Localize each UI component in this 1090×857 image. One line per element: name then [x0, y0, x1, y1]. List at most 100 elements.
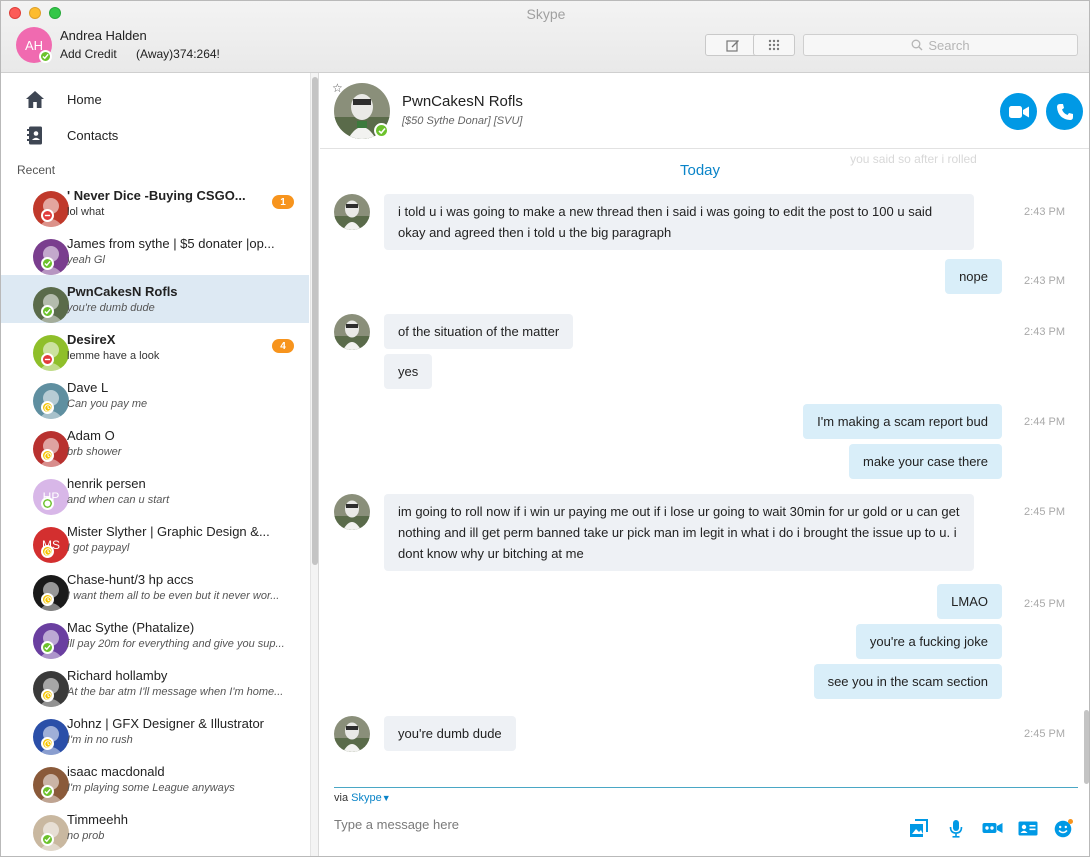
- contact-name: PwnCakesN Rofls: [67, 284, 178, 299]
- contact-avatar: [17, 425, 69, 467]
- message-sender-avatar[interactable]: [334, 494, 370, 530]
- favorite-star-icon[interactable]: ☆: [332, 81, 343, 95]
- contact-last-message: Can you pay me: [67, 398, 148, 410]
- contact-name: Adam O: [67, 428, 115, 443]
- contact-item[interactable]: Chase-hunt/3 hp accs I want them all to …: [1, 563, 309, 611]
- skype-window: Skype AH Andrea Halden Add Credit (Away)…: [0, 0, 1090, 857]
- message-sender-avatar[interactable]: [334, 194, 370, 230]
- incoming-message[interactable]: yes: [384, 354, 433, 389]
- dialpad-icon: [768, 39, 780, 51]
- send-via-selector[interactable]: via Skype▼: [334, 792, 391, 804]
- contact-name: Richard hollamby: [67, 668, 168, 683]
- outgoing-message[interactable]: nope: [945, 259, 1002, 294]
- contact-header-avatar[interactable]: ☆: [332, 81, 390, 139]
- contact-item[interactable]: Johnz | GFX Designer & Illustrator I'm i…: [1, 707, 309, 755]
- contact-item[interactable]: James from sythe | $5 donater |op... yea…: [1, 227, 309, 275]
- status-online-icon: [41, 257, 54, 270]
- contact-item[interactable]: MS Mister Slyther | Graphic Design &... …: [1, 515, 309, 563]
- my-display-name[interactable]: Andrea Halden: [60, 28, 147, 43]
- emoticons-button[interactable]: [1052, 817, 1076, 839]
- message-sender-avatar[interactable]: [334, 314, 370, 350]
- status-away-icon: [41, 401, 54, 414]
- title-bar: Skype AH Andrea Halden Add Credit (Away)…: [1, 1, 1089, 73]
- contact-last-message: At the bar atm I'll message when I'm hom…: [67, 686, 284, 698]
- home-icon: [26, 90, 44, 108]
- day-divider: Today: [679, 162, 721, 179]
- microphone-icon: [949, 819, 963, 838]
- add-credit-link[interactable]: Add Credit: [60, 47, 117, 61]
- feed-scrollbar[interactable]: [1082, 150, 1089, 790]
- incoming-message[interactable]: im going to roll now if i win ur paying …: [384, 494, 974, 571]
- message-feed: you said so after i rolled Today i told …: [320, 150, 1089, 790]
- outgoing-message[interactable]: make your case there: [848, 444, 1002, 479]
- contact-last-message: brb shower: [67, 446, 122, 458]
- contact-item[interactable]: PwnCakesN Rofls you're dumb dude: [1, 275, 309, 323]
- status-away-icon: [41, 737, 54, 750]
- message-timestamp: 2:45 PM: [1024, 506, 1065, 518]
- message-timestamp: 2:43 PM: [1024, 326, 1065, 338]
- message-input[interactable]: [334, 811, 894, 837]
- contact-last-message: I got paypayl: [67, 542, 130, 554]
- outgoing-message[interactable]: you're a fucking joke: [855, 624, 1002, 659]
- contact-name: Johnz | GFX Designer & Illustrator: [67, 716, 265, 731]
- phone-icon: [1056, 103, 1073, 120]
- status-online-icon: [41, 305, 54, 318]
- via-skype-link[interactable]: Skype: [351, 792, 382, 804]
- contact-item[interactable]: Adam O brb shower: [1, 419, 309, 467]
- audio-call-button[interactable]: [1046, 93, 1083, 130]
- search-box[interactable]: Search: [803, 34, 1078, 56]
- recent-header: Recent: [17, 163, 56, 177]
- sidebar-item-contacts[interactable]: Contacts: [1, 117, 309, 153]
- my-avatar[interactable]: AH: [16, 27, 52, 63]
- contact-item[interactable]: Timmeehh no prob: [1, 803, 309, 851]
- contact-name: Timmeehh: [67, 812, 128, 827]
- contact-last-message: I want them all to be even but it never …: [67, 590, 280, 602]
- contact-avatar: [17, 761, 69, 803]
- chevron-down-icon[interactable]: ▼: [382, 793, 391, 803]
- send-file-button[interactable]: [906, 817, 930, 839]
- scrollbar-thumb[interactable]: [1084, 710, 1089, 784]
- outgoing-message[interactable]: LMAO: [937, 584, 1002, 619]
- video-message-button[interactable]: [980, 817, 1004, 839]
- contact-avatar: MS: [17, 521, 69, 563]
- contact-avatar: [17, 617, 69, 659]
- contact-item[interactable]: Dave L Can you pay me: [1, 371, 309, 419]
- video-call-button[interactable]: [1000, 93, 1037, 130]
- message-timestamp: 2:44 PM: [1024, 416, 1065, 428]
- outgoing-message[interactable]: I'm making a scam report bud: [803, 404, 1002, 439]
- contact-last-message: and when can u start: [67, 494, 170, 506]
- scrollbar-thumb[interactable]: [312, 77, 318, 565]
- incoming-message[interactable]: of the situation of the matter: [384, 314, 574, 349]
- new-conversation-button[interactable]: [705, 34, 760, 56]
- voice-message-button[interactable]: [944, 817, 968, 839]
- incoming-message[interactable]: i told u i was going to make a new threa…: [384, 194, 974, 250]
- contact-last-message: I'm playing some League anyways: [67, 782, 235, 794]
- mood-message[interactable]: (Away)374:264!: [136, 47, 220, 61]
- contact-last-message: you're dumb dude: [67, 302, 155, 314]
- incoming-message[interactable]: you're dumb dude: [384, 716, 516, 751]
- contact-item[interactable]: isaac macdonald I'm playing some League …: [1, 755, 309, 803]
- contact-avatar: [17, 185, 69, 227]
- conversation-title[interactable]: PwnCakesN Rofls: [402, 93, 523, 110]
- contact-avatar: [17, 233, 69, 275]
- conversation-header: ☆ PwnCakesN Rofls [$50 Sythe Donar] [SVU…: [320, 73, 1089, 149]
- contact-avatar: [17, 665, 69, 707]
- message-sender-avatar[interactable]: [334, 716, 370, 752]
- status-busy-icon: [41, 353, 54, 366]
- contact-item[interactable]: ' Never Dice -Buying CSGO... lol what 1: [1, 179, 309, 227]
- my-account-line: Add Credit (Away)374:264!: [60, 47, 220, 61]
- contact-item[interactable]: DesireX lemme have a look 4: [1, 323, 309, 371]
- outgoing-message[interactable]: see you in the scam section: [813, 664, 1002, 699]
- contact-item[interactable]: HP henrik persen and when can u start: [1, 467, 309, 515]
- contact-item[interactable]: Richard hollamby At the bar atm I'll mes…: [1, 659, 309, 707]
- contact-avatar: [17, 569, 69, 611]
- dial-pad-button[interactable]: [753, 34, 795, 56]
- video-camera-icon: [1008, 105, 1029, 118]
- sidebar-scrollbar[interactable]: [310, 73, 318, 856]
- status-away-icon: [41, 593, 54, 606]
- contact-item[interactable]: Mac Sythe (Phatalize) ill pay 20m for ev…: [1, 611, 309, 659]
- send-contact-button[interactable]: [1016, 817, 1040, 839]
- via-label: via: [334, 792, 349, 804]
- contact-avatar-initials: MS: [33, 527, 69, 563]
- sidebar-item-home[interactable]: Home: [1, 81, 309, 117]
